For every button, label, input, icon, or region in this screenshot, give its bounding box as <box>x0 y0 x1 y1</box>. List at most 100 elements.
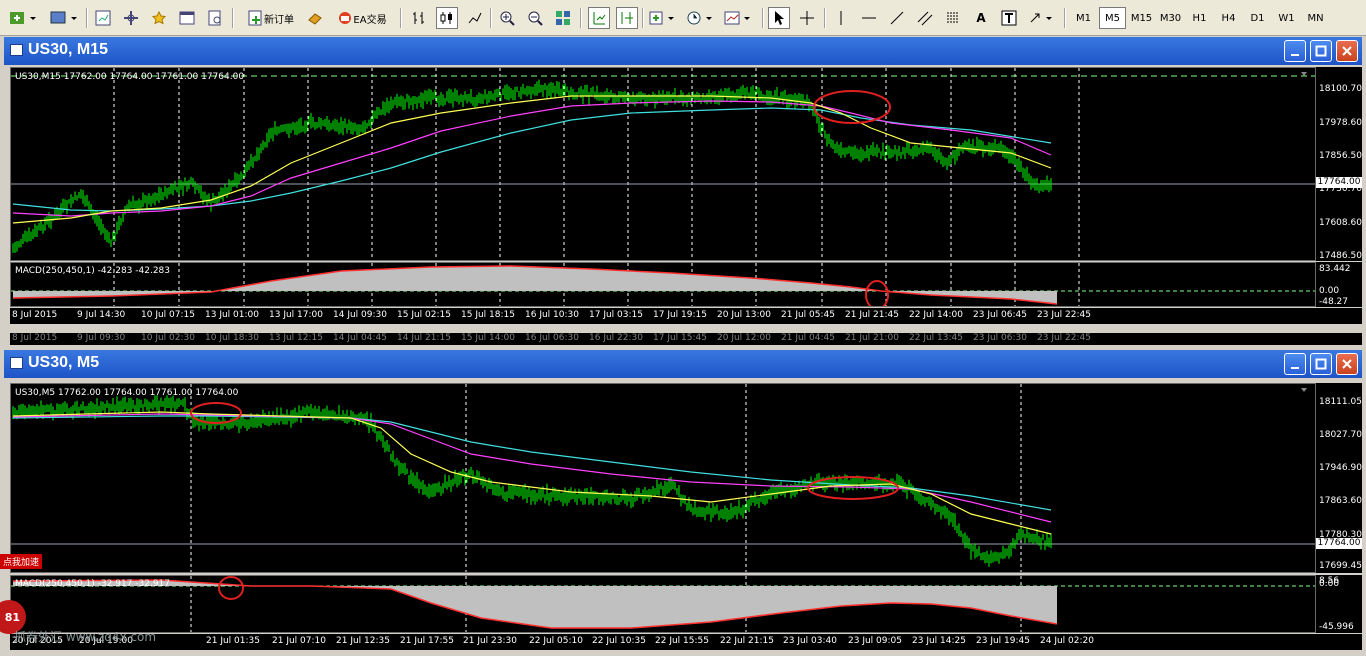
timeframe-h4[interactable]: H4 <box>1215 7 1242 29</box>
crosshair-icon[interactable] <box>796 7 818 29</box>
line-chart-icon[interactable] <box>464 7 486 29</box>
close-button[interactable] <box>1336 40 1358 62</box>
time-axis[interactable]: 8 Jul 2015 9 Jul 14:30 10 Jul 07:15 13 Jul … <box>10 308 1362 324</box>
time-label: 16 Jul 06:30 <box>525 333 579 343</box>
templates-button[interactable] <box>722 7 756 29</box>
timeframe-m30[interactable]: M30 <box>1157 7 1184 29</box>
price-axis[interactable]: 18111.05 18027.70 17946.90 17863.60 17780.30… <box>1316 383 1362 573</box>
trendline-icon[interactable] <box>886 7 908 29</box>
chart-window-m5: US30, M5 US30,M5 17762.00 17764.00 17761… <box>4 350 1362 656</box>
indicators-button[interactable] <box>648 7 678 29</box>
minimize-button[interactable] <box>1284 353 1306 375</box>
tile-windows-icon[interactable] <box>552 7 574 29</box>
macd-subwindow[interactable]: MACD(250,450,1) -42.283 -42.283 <box>10 262 1316 307</box>
maximize-button[interactable] <box>1310 353 1332 375</box>
time-label: 16 Jul 22:30 <box>589 333 643 343</box>
close-button[interactable] <box>1336 353 1358 375</box>
time-label: 17 Jul 03:15 <box>589 310 643 320</box>
horizontal-line-icon[interactable] <box>858 7 880 29</box>
current-price-box: 17764.00 <box>1316 177 1362 188</box>
price-label: 17486.50 <box>1319 251 1362 261</box>
timeframe-m1[interactable]: M1 <box>1070 7 1097 29</box>
time-label: 16 Jul 10:30 <box>525 310 579 320</box>
chart-ohlc-info: US30,M15 17762.00 17764.00 17761.00 1776… <box>15 72 245 82</box>
price-chart[interactable]: US30,M5 17762.00 17764.00 17761.00 17764… <box>10 383 1316 573</box>
gold-icon[interactable] <box>304 7 326 29</box>
ea-trading-button[interactable]: EA交易 <box>330 7 394 29</box>
candlestick-icon[interactable] <box>436 7 458 29</box>
arrows-button[interactable] <box>1026 7 1058 29</box>
main-toolbar: 新订单 EA交易 A M1 M5 M15 M30 H1 H4 D1 W1 MN <box>0 0 1366 36</box>
time-label: 10 Jul 18:30 <box>205 333 259 343</box>
text-icon[interactable]: A <box>970 7 992 29</box>
time-label: 23 Jul 22:45 <box>1037 333 1091 343</box>
macd-axis: 8.56 0.00 -45.996 <box>1316 575 1362 633</box>
auto-scroll-icon[interactable] <box>588 7 610 29</box>
timeframe-m15[interactable]: M15 <box>1128 7 1155 29</box>
navigator-icon[interactable] <box>148 7 170 29</box>
zoom-in-icon[interactable] <box>496 7 518 29</box>
time-label: 9 Jul 14:30 <box>77 310 126 320</box>
chart-canvas <box>11 384 1315 572</box>
chart-window-icon <box>10 44 23 56</box>
time-axis-background: 8 Jul 2015 9 Jul 09:30 10 Jul 02:30 10 Jul … <box>10 333 1362 345</box>
time-axis[interactable]: 20 Jul 2015 20 Jul 19:00 21 Jul 01:35 21 Ju… <box>10 634 1362 650</box>
timeframe-w1[interactable]: W1 <box>1273 7 1300 29</box>
new-order-button[interactable]: 新订单 <box>240 7 302 29</box>
price-candles <box>12 79 1052 253</box>
time-label: 21 Jul 23:30 <box>463 636 517 646</box>
time-label: 17 Jul 15:45 <box>653 333 707 343</box>
new-chart-button[interactable] <box>6 7 40 29</box>
time-label: 23 Jul 19:45 <box>976 636 1030 646</box>
cursor-icon[interactable] <box>768 7 790 29</box>
timeframe-m5[interactable]: M5 <box>1099 7 1126 29</box>
shift-marker <box>1301 388 1307 392</box>
chart-window-icon <box>10 357 23 369</box>
fibonacci-icon[interactable] <box>942 7 964 29</box>
macd-subwindow[interactable]: MACD(250,450,1) -32.917 -32.917 <box>10 575 1316 633</box>
annotation-ellipse <box>865 280 889 306</box>
vertical-line-icon[interactable] <box>830 7 852 29</box>
time-label: 22 Jul 05:10 <box>529 636 583 646</box>
time-label: 21 Jul 17:55 <box>400 636 454 646</box>
window-title: US30, M15 <box>28 41 109 58</box>
new-order-label: 新订单 <box>264 14 294 26</box>
market-watch-icon[interactable] <box>92 7 114 29</box>
time-label: 21 Jul 01:35 <box>206 636 260 646</box>
equidistant-channel-icon[interactable] <box>914 7 936 29</box>
price-chart[interactable]: US30,M15 17762.00 17764.00 17761.00 1776… <box>10 67 1316 261</box>
bar-chart-icon[interactable] <box>408 7 430 29</box>
time-label: 20 Jul 12:00 <box>717 333 771 343</box>
text-label-icon[interactable] <box>998 7 1020 29</box>
time-label: 23 Jul 06:45 <box>973 310 1027 320</box>
chart-ohlc-info: US30,M5 17762.00 17764.00 17761.00 17764… <box>15 388 239 398</box>
speedup-badge[interactable]: 点我加速 <box>0 554 43 569</box>
timeframe-mn[interactable]: MN <box>1302 7 1329 29</box>
minimize-button[interactable] <box>1284 40 1306 62</box>
price-axis[interactable]: 18100.70 17978.60 17856.50 17730.70 17608.60… <box>1316 67 1362 261</box>
chart-shift-icon[interactable] <box>616 7 638 29</box>
maximize-button[interactable] <box>1310 40 1332 62</box>
window-titlebar[interactable]: US30, M15 <box>4 37 1362 65</box>
time-label: 22 Jul 21:15 <box>720 636 774 646</box>
time-label: 22 Jul 15:55 <box>655 636 709 646</box>
price-label: 18111.05 <box>1319 397 1362 407</box>
price-label: 17978.60 <box>1319 118 1362 128</box>
time-label: 20 Jul 13:00 <box>717 310 771 320</box>
zoom-out-icon[interactable] <box>524 7 546 29</box>
time-label: 14 Jul 21:15 <box>397 333 451 343</box>
terminal-icon[interactable] <box>176 7 198 29</box>
time-label: 14 Jul 04:45 <box>333 333 387 343</box>
macd-label: MACD(250,450,1) -32.917 -32.917 <box>15 579 171 589</box>
time-label: 21 Jul 21:00 <box>845 333 899 343</box>
profiles-button[interactable] <box>48 7 80 29</box>
periods-button[interactable] <box>684 7 718 29</box>
data-window-icon[interactable] <box>120 7 142 29</box>
timeframe-h1[interactable]: H1 <box>1186 7 1213 29</box>
timeframe-d1[interactable]: D1 <box>1244 7 1271 29</box>
price-label: 0.00 <box>1319 286 1340 296</box>
time-label: 8 Jul 2015 <box>12 333 58 343</box>
window-titlebar[interactable]: US30, M5 <box>4 350 1362 378</box>
strategy-tester-icon[interactable] <box>204 7 226 29</box>
current-price-box: 17764.00 <box>1316 538 1362 549</box>
